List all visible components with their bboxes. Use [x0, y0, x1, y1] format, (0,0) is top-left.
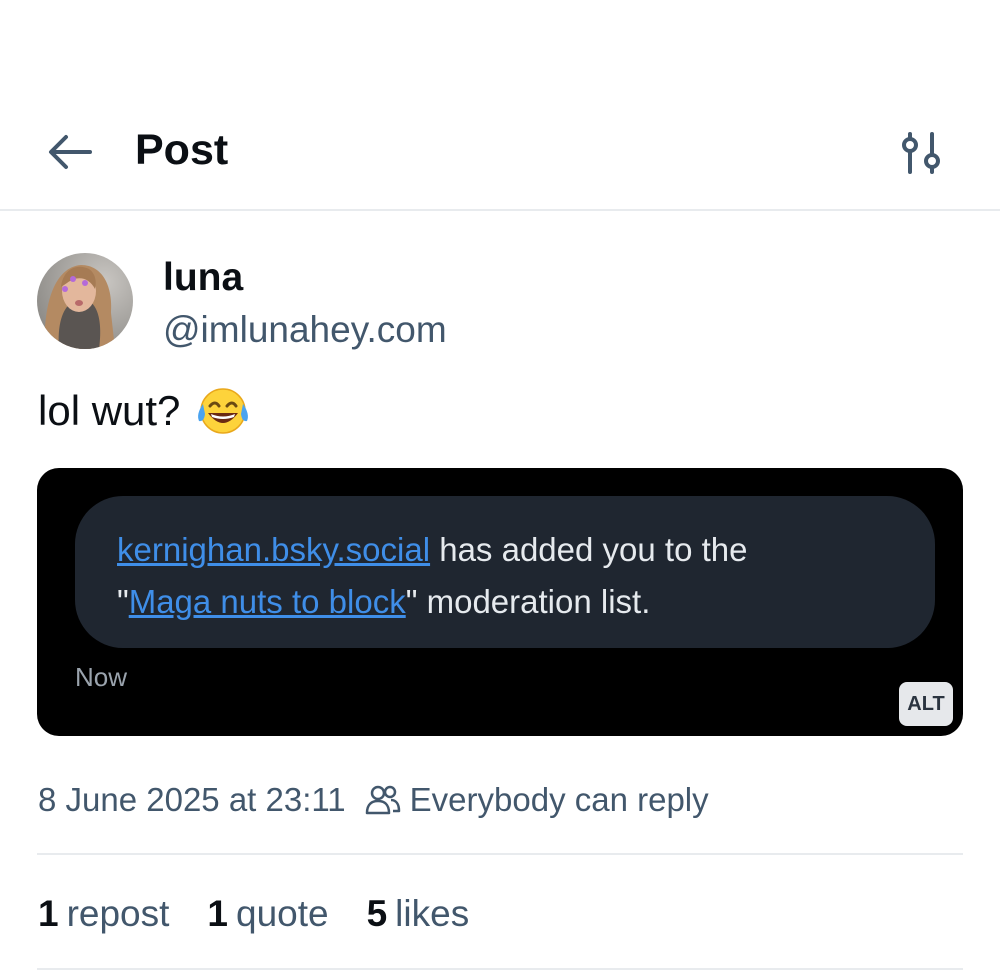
post-text-content: lol wut? — [38, 387, 181, 434]
top-bar: Post — [0, 0, 1000, 211]
avatar-photo — [37, 253, 133, 349]
reposts-count: 1 — [38, 893, 59, 934]
face-with-tears-of-joy-icon — [194, 386, 252, 436]
quotes-count: 1 — [207, 893, 228, 934]
author-display-name[interactable]: luna — [163, 256, 243, 300]
reposts-label: repost — [66, 893, 170, 934]
avatar[interactable] — [37, 253, 133, 349]
embed-list-link: Maga nuts to block — [128, 583, 406, 620]
alt-badge[interactable]: ALT — [899, 682, 953, 726]
people-icon — [364, 781, 402, 819]
embed-time: Now — [75, 662, 128, 692]
reposts-stat[interactable]: 1 repost — [38, 893, 169, 935]
arrow-left-icon — [49, 135, 92, 169]
notification-bubble: kernighan.bsky.social has added you to t… — [75, 496, 935, 648]
image-embed[interactable]: kernighan.bsky.social has added you to t… — [37, 468, 963, 736]
post-stats: 1 repost 1 quote 5 likes — [38, 893, 507, 935]
sliders-icon — [902, 132, 940, 174]
page-title: Post — [135, 126, 229, 174]
post-timestamp: 8 June 2025 at 23:11 — [38, 781, 346, 818]
post-meta: 8 June 2025 at 23:11 Everybody can reply — [38, 781, 709, 819]
embed-quote-open: " — [117, 583, 129, 620]
likes-count: 5 — [366, 893, 388, 934]
thread-settings-button[interactable] — [896, 128, 952, 178]
likes-label: likes — [395, 893, 470, 934]
embed-text-middle: has added you to the — [430, 531, 748, 568]
author-handle[interactable]: @imlunahey.com — [163, 309, 447, 351]
divider — [37, 968, 963, 970]
likes-stat[interactable]: 5 likes — [367, 893, 470, 935]
divider — [37, 853, 963, 855]
reply-setting[interactable]: Everybody can reply — [410, 781, 709, 819]
quotes-label: quote — [236, 893, 329, 934]
post-text: lol wut? — [38, 386, 252, 436]
quotes-stat[interactable]: 1 quote — [207, 893, 328, 935]
back-button[interactable] — [40, 128, 98, 176]
embed-user-link: kernighan.bsky.social — [117, 531, 431, 568]
embed-text-end: " moderation list. — [405, 583, 651, 620]
